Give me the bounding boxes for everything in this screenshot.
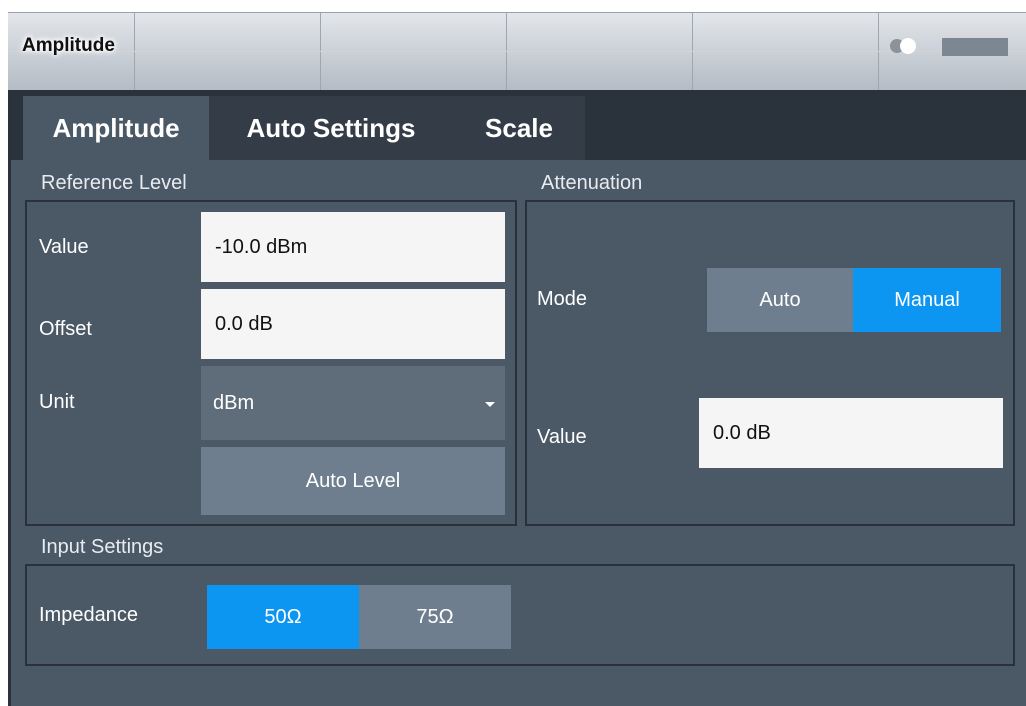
attenuation-group: Mode Auto Manual Value 0.0 dB	[525, 200, 1015, 526]
chevron-down-icon	[485, 402, 495, 407]
tab-strip: Amplitude Auto Settings Scale	[11, 90, 1026, 160]
atten-value-field[interactable]: 0.0 dB	[699, 398, 1003, 468]
ref-offset-label: Offset	[39, 318, 92, 340]
input-settings-section-label: Input Settings	[41, 536, 164, 558]
window-title: Amplitude	[22, 35, 115, 56]
atten-mode-auto-button[interactable]: Auto	[707, 268, 853, 332]
auto-level-button[interactable]: Auto Level	[201, 447, 505, 515]
title-bar-divider	[878, 13, 879, 91]
title-bar-divider	[320, 13, 321, 91]
atten-mode-manual-button[interactable]: Manual	[853, 268, 1001, 332]
title-bar-divider	[8, 51, 1026, 52]
unit-dropdown[interactable]: dBm	[201, 366, 505, 440]
bar-icon[interactable]	[942, 38, 1008, 56]
ref-value-label: Value	[39, 236, 89, 258]
title-bar-divider	[134, 13, 135, 91]
reference-level-section-label: Reference Level	[41, 172, 187, 194]
tab-amplitude[interactable]: Amplitude	[23, 96, 209, 160]
ref-level-value-field[interactable]: -10.0 dBm	[201, 212, 505, 282]
title-bar: Amplitude	[8, 12, 1026, 91]
attenuation-section-label: Attenuation	[541, 172, 643, 194]
atten-value-label: Value	[537, 426, 587, 448]
reference-level-group: Value -10.0 dBm Offset 0.0 dB Unit dBm A…	[25, 200, 517, 526]
toggle-icon[interactable]	[888, 37, 920, 55]
impedance-label: Impedance	[39, 604, 138, 626]
tab-auto-settings[interactable]: Auto Settings	[209, 96, 453, 160]
ref-unit-label: Unit	[39, 391, 75, 413]
ref-level-offset-field[interactable]: 0.0 dB	[201, 289, 505, 359]
tab-scale[interactable]: Scale	[453, 96, 585, 160]
impedance-75-button[interactable]: 75Ω	[359, 585, 511, 649]
input-settings-group: Impedance 50Ω 75Ω	[25, 564, 1015, 666]
title-bar-divider	[506, 13, 507, 91]
amplitude-dialog: Amplitude Auto Settings Scale Reference …	[8, 90, 1026, 706]
unit-dropdown-value: dBm	[213, 391, 255, 414]
impedance-50-button[interactable]: 50Ω	[207, 585, 359, 649]
title-bar-divider	[692, 13, 693, 91]
atten-mode-label: Mode	[537, 288, 588, 310]
